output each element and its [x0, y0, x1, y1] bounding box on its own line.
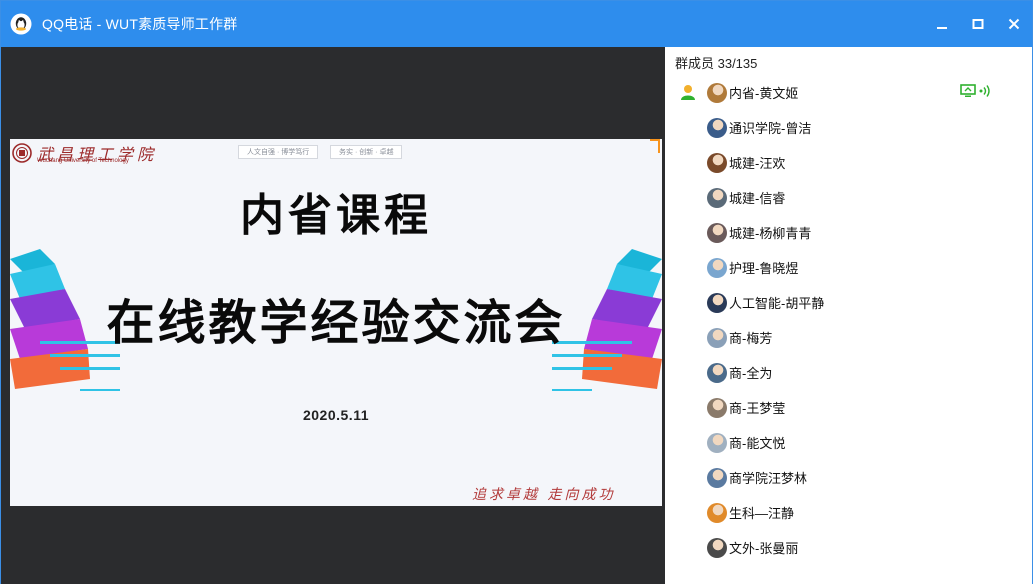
member-name: 商-梅芳 — [729, 331, 773, 346]
member-list[interactable]: 内省-黄文姬 通识学院-曾洁 城建-汪欢城建-信睿城建-杨柳青青 护理-鲁晓煜人工智能… — [665, 75, 1032, 565]
school-seal-icon — [12, 143, 32, 163]
avatar — [707, 117, 727, 138]
qq-call-window: QQ电话 - WUT素质导师工作群 武昌理工学院 Wuchang Univers… — [0, 0, 1033, 584]
avatar — [707, 152, 727, 173]
member-name: 人工智能-胡平静 — [729, 296, 825, 311]
avatar — [707, 397, 727, 418]
school-name-en: Wuchang University of Technology — [37, 158, 129, 164]
member-name: 城建-汪欢 — [729, 156, 786, 171]
member-name: 通识学院-曾洁 — [729, 121, 812, 136]
avatar — [707, 222, 727, 243]
member-name: 文外-张曼丽 — [729, 541, 799, 556]
member-name: 商-王梦莹 — [729, 401, 786, 416]
avatar — [707, 292, 727, 313]
member-name: 城建-信睿 — [729, 191, 786, 206]
title-bar[interactable]: QQ电话 - WUT素质导师工作群 — [1, 1, 1032, 47]
header-motto-box-1: 人文自强 · 博学笃行 — [238, 145, 319, 159]
slide-subtitle: 在线教学经验交流会 — [106, 297, 566, 350]
member-item[interactable]: 文外-张曼丽 — [665, 530, 1032, 565]
member-item[interactable]: 商-能文悦 — [665, 425, 1032, 460]
avatar — [707, 327, 727, 348]
avatar — [707, 432, 727, 453]
slide-date: 2020.5.11 — [302, 407, 369, 423]
member-name: 生科—汪静 — [729, 506, 795, 521]
maximize-button[interactable] — [960, 1, 996, 47]
member-item[interactable]: 内省-黄文姬 — [665, 75, 1032, 110]
member-name: 城建-杨柳青青 — [729, 226, 812, 241]
window-title: QQ电话 - WUT素质导师工作群 — [42, 16, 238, 32]
member-item[interactable]: 商学院汪梦林 — [665, 460, 1032, 495]
member-status — [960, 84, 991, 98]
member-name: 商-能文悦 — [729, 436, 786, 451]
member-name: 护理-鲁晓煜 — [729, 261, 799, 276]
member-item[interactable]: 人工智能-胡平静 — [665, 285, 1032, 320]
member-item[interactable]: 商-全为 — [665, 355, 1032, 390]
member-item[interactable]: 通识学院-曾洁 — [665, 110, 1032, 145]
presentation-slide: 武昌理工学院 Wuchang University of Technology … — [10, 139, 662, 506]
avatar — [707, 502, 727, 523]
avatar — [707, 187, 727, 208]
member-panel[interactable]: 群成员 33/135 内省-黄文姬 通识学院-曾洁 城建-汪欢城建-信睿城建-杨柳青… — [665, 47, 1032, 584]
avatar — [707, 362, 727, 383]
voice-wave-icon — [979, 85, 990, 97]
avatar — [707, 82, 727, 103]
shared-screen-view[interactable]: 武昌理工学院 Wuchang University of Technology … — [1, 47, 665, 584]
avatar — [707, 467, 727, 488]
corner-accent — [658, 139, 660, 153]
qq-logo-icon — [10, 13, 32, 35]
member-item[interactable]: 商-梅芳 — [665, 320, 1032, 355]
member-item[interactable]: 城建-杨柳青青 — [665, 215, 1032, 250]
slide-header: 武昌理工学院 Wuchang University of Technology … — [10, 139, 662, 165]
member-item[interactable]: 城建-汪欢 — [665, 145, 1032, 180]
avatar — [707, 537, 727, 558]
speaker-person-icon — [681, 85, 695, 100]
minimize-icon — [937, 27, 947, 29]
member-name: 商学院汪梦林 — [729, 471, 808, 486]
screen-share-icon — [960, 84, 976, 97]
slide-title: 内省课程 — [240, 191, 432, 240]
header-motto-box-2: 务实 · 创新 · 卓越 — [330, 145, 403, 159]
member-name: 内省-黄文姬 — [729, 86, 799, 101]
member-item[interactable]: 护理-鲁晓煜 — [665, 250, 1032, 285]
minimize-button[interactable] — [924, 1, 960, 47]
avatar — [707, 257, 727, 278]
close-button[interactable] — [996, 1, 1032, 47]
maximize-icon — [972, 19, 984, 29]
member-item[interactable]: 生科—汪静 — [665, 495, 1032, 530]
slide-motto: 追求卓越 走向成功 — [472, 487, 616, 503]
member-item[interactable]: 商-王梦莹 — [665, 390, 1032, 425]
member-count: 群成员 33/135 — [675, 56, 758, 71]
member-name: 商-全为 — [729, 366, 773, 381]
member-item[interactable]: 城建-信睿 — [665, 180, 1032, 215]
close-icon — [1008, 18, 1020, 30]
